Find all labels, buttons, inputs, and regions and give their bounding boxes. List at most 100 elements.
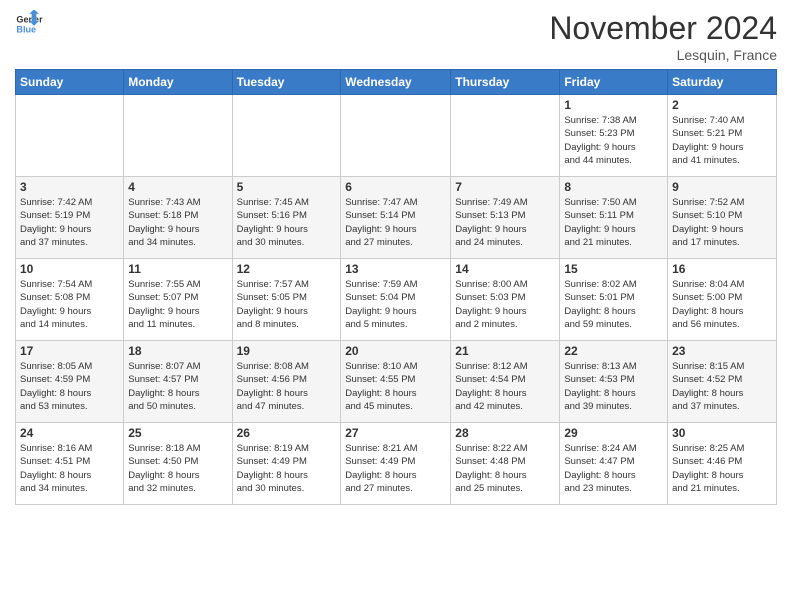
header-saturday: Saturday [668, 70, 777, 95]
day-number: 17 [20, 344, 119, 358]
day-info: Sunrise: 8:00 AM Sunset: 5:03 PM Dayligh… [455, 278, 555, 331]
calendar-cell: 30 Sunrise: 8:25 AM Sunset: 4:46 PM Dayli… [668, 423, 777, 505]
calendar-cell: 11Sunrise: 7:55 AM Sunset: 5:07 PM Dayli… [124, 259, 232, 341]
day-number: 13 [345, 262, 446, 276]
day-info: Sunrise: 8:08 AM Sunset: 4:56 PM Dayligh… [237, 360, 337, 413]
day-info: Sunrise: 8:18 AM Sunset: 4:50 PM Dayligh… [128, 442, 227, 495]
day-number: 1 [564, 98, 663, 112]
calendar-cell [124, 95, 232, 177]
calendar-cell: 27 Sunrise: 8:21 AM Sunset: 4:49 PM Dayli… [341, 423, 451, 505]
header: General Blue November 2024 Lesquin, Fran… [15, 10, 777, 63]
calendar-cell: 4Sunrise: 7:43 AM Sunset: 5:18 PM Daylig… [124, 177, 232, 259]
day-info: Sunrise: 8:16 AM Sunset: 4:51 PM Dayligh… [20, 442, 119, 495]
day-number: 30 [672, 426, 772, 440]
calendar-cell: 21 Sunrise: 8:12 AM Sunset: 4:54 PM Dayli… [451, 341, 560, 423]
day-number: 3 [20, 180, 119, 194]
day-number: 27 [345, 426, 446, 440]
svg-text:Blue: Blue [16, 24, 36, 34]
calendar-cell [16, 95, 124, 177]
day-info: Sunrise: 8:19 AM Sunset: 4:49 PM Dayligh… [237, 442, 337, 495]
day-number: 29 [564, 426, 663, 440]
day-info: Sunrise: 7:54 AM Sunset: 5:08 PM Dayligh… [20, 278, 119, 331]
calendar-cell: 6 Sunrise: 7:47 AM Sunset: 5:14 PM Daylig… [341, 177, 451, 259]
day-info: Sunrise: 7:57 AM Sunset: 5:05 PM Dayligh… [237, 278, 337, 331]
day-info: Sunrise: 7:59 AM Sunset: 5:04 PM Dayligh… [345, 278, 446, 331]
calendar-cell: 10 Sunrise: 7:54 AM Sunset: 5:08 PM Dayli… [16, 259, 124, 341]
day-number: 26 [237, 426, 337, 440]
day-info: Sunrise: 8:10 AM Sunset: 4:55 PM Dayligh… [345, 360, 446, 413]
day-info: Sunrise: 7:52 AM Sunset: 5:10 PM Dayligh… [672, 196, 772, 249]
day-info: Sunrise: 7:47 AM Sunset: 5:14 PM Dayligh… [345, 196, 446, 249]
day-info: Sunrise: 8:12 AM Sunset: 4:54 PM Dayligh… [455, 360, 555, 413]
day-info: Sunrise: 7:38 AM Sunset: 5:23 PM Dayligh… [564, 114, 663, 167]
calendar-week-5: 24 Sunrise: 8:16 AM Sunset: 4:51 PM Dayli… [16, 423, 777, 505]
day-info: Sunrise: 8:25 AM Sunset: 4:46 PM Dayligh… [672, 442, 772, 495]
day-number: 15 [564, 262, 663, 276]
day-info: Sunrise: 8:02 AM Sunset: 5:01 PM Dayligh… [564, 278, 663, 331]
calendar-cell: 29Sunrise: 8:24 AM Sunset: 4:47 PM Dayli… [560, 423, 668, 505]
day-number: 20 [345, 344, 446, 358]
calendar-week-3: 10 Sunrise: 7:54 AM Sunset: 5:08 PM Dayli… [16, 259, 777, 341]
day-number: 14 [455, 262, 555, 276]
calendar-cell [341, 95, 451, 177]
svg-text:General: General [16, 15, 43, 25]
day-number: 7 [455, 180, 555, 194]
day-info: Sunrise: 7:43 AM Sunset: 5:18 PM Dayligh… [128, 196, 227, 249]
calendar-cell: 25Sunrise: 8:18 AM Sunset: 4:50 PM Dayli… [124, 423, 232, 505]
day-number: 21 [455, 344, 555, 358]
header-monday: Monday [124, 70, 232, 95]
location: Lesquin, France [549, 47, 777, 63]
day-number: 28 [455, 426, 555, 440]
calendar-cell: 13 Sunrise: 7:59 AM Sunset: 5:04 PM Dayli… [341, 259, 451, 341]
header-wednesday: Wednesday [341, 70, 451, 95]
calendar-cell: 8 Sunrise: 7:50 AM Sunset: 5:11 PM Daylig… [560, 177, 668, 259]
calendar-cell: 23 Sunrise: 8:15 AM Sunset: 4:52 PM Dayli… [668, 341, 777, 423]
calendar-cell: 15 Sunrise: 8:02 AM Sunset: 5:01 PM Dayli… [560, 259, 668, 341]
header-sunday: Sunday [16, 70, 124, 95]
calendar-week-4: 17 Sunrise: 8:05 AM Sunset: 4:59 PM Dayli… [16, 341, 777, 423]
day-info: Sunrise: 7:42 AM Sunset: 5:19 PM Dayligh… [20, 196, 119, 249]
day-number: 19 [237, 344, 337, 358]
header-friday: Friday [560, 70, 668, 95]
day-number: 6 [345, 180, 446, 194]
day-info: Sunrise: 8:13 AM Sunset: 4:53 PM Dayligh… [564, 360, 663, 413]
calendar-week-1: 1 Sunrise: 7:38 AM Sunset: 5:23 PM Daylig… [16, 95, 777, 177]
calendar-cell: 16Sunrise: 8:04 AM Sunset: 5:00 PM Dayli… [668, 259, 777, 341]
day-number: 9 [672, 180, 772, 194]
calendar-cell: 7 Sunrise: 7:49 AM Sunset: 5:13 PM Daylig… [451, 177, 560, 259]
day-number: 23 [672, 344, 772, 358]
day-number: 24 [20, 426, 119, 440]
calendar-table: Sunday Monday Tuesday Wednesday Thursday… [15, 69, 777, 505]
logo: General Blue [15, 10, 43, 38]
day-number: 10 [20, 262, 119, 276]
day-info: Sunrise: 7:55 AM Sunset: 5:07 PM Dayligh… [128, 278, 227, 331]
day-number: 2 [672, 98, 772, 112]
calendar-cell: 20 Sunrise: 8:10 AM Sunset: 4:55 PM Dayli… [341, 341, 451, 423]
day-info: Sunrise: 7:50 AM Sunset: 5:11 PM Dayligh… [564, 196, 663, 249]
month-title: November 2024 [549, 10, 777, 47]
day-info: Sunrise: 7:49 AM Sunset: 5:13 PM Dayligh… [455, 196, 555, 249]
calendar-cell: 19 Sunrise: 8:08 AM Sunset: 4:56 PM Dayli… [232, 341, 341, 423]
day-info: Sunrise: 8:21 AM Sunset: 4:49 PM Dayligh… [345, 442, 446, 495]
day-info: Sunrise: 8:15 AM Sunset: 4:52 PM Dayligh… [672, 360, 772, 413]
calendar-cell: 5Sunrise: 7:45 AM Sunset: 5:16 PM Daylig… [232, 177, 341, 259]
calendar-cell: 2 Sunrise: 7:40 AM Sunset: 5:21 PM Daylig… [668, 95, 777, 177]
day-number: 5 [237, 180, 337, 194]
title-area: November 2024 Lesquin, France [549, 10, 777, 63]
day-number: 22 [564, 344, 663, 358]
logo-icon: General Blue [15, 10, 43, 38]
page-container: General Blue November 2024 Lesquin, Fran… [0, 0, 792, 612]
day-number: 8 [564, 180, 663, 194]
calendar-cell: 28Sunrise: 8:22 AM Sunset: 4:48 PM Dayli… [451, 423, 560, 505]
calendar-cell: 22 Sunrise: 8:13 AM Sunset: 4:53 PM Dayli… [560, 341, 668, 423]
calendar-cell [451, 95, 560, 177]
header-thursday: Thursday [451, 70, 560, 95]
day-info: Sunrise: 7:40 AM Sunset: 5:21 PM Dayligh… [672, 114, 772, 167]
calendar-cell: 1 Sunrise: 7:38 AM Sunset: 5:23 PM Daylig… [560, 95, 668, 177]
day-info: Sunrise: 8:07 AM Sunset: 4:57 PM Dayligh… [128, 360, 227, 413]
calendar-week-2: 3 Sunrise: 7:42 AM Sunset: 5:19 PM Daylig… [16, 177, 777, 259]
calendar-cell: 3 Sunrise: 7:42 AM Sunset: 5:19 PM Daylig… [16, 177, 124, 259]
day-info: Sunrise: 8:05 AM Sunset: 4:59 PM Dayligh… [20, 360, 119, 413]
day-number: 18 [128, 344, 227, 358]
day-number: 16 [672, 262, 772, 276]
